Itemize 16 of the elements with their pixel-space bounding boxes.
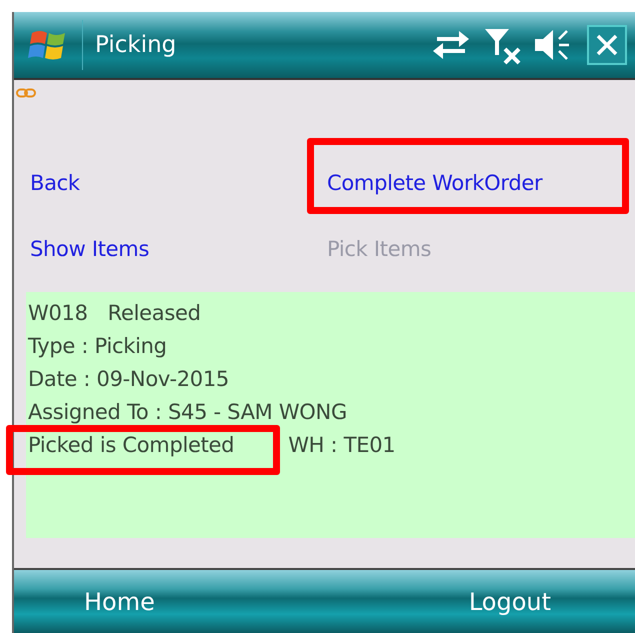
info-text: Type : Picking <box>28 334 167 358</box>
close-button[interactable] <box>587 25 627 65</box>
info-text: W018 <box>28 300 88 324</box>
window-title: Picking <box>95 32 176 58</box>
link[interactable]: Back <box>30 171 80 195</box>
soft-key[interactable]: Home <box>84 588 155 616</box>
chain-link-icon <box>16 88 36 98</box>
link[interactable]: Show Items <box>30 237 150 261</box>
close-icon <box>595 33 619 57</box>
info-text: WH : TE01 <box>288 432 396 456</box>
info-text: Assigned To : S45 - SAM WONG <box>28 400 347 424</box>
link[interactable]: Complete WorkOrder <box>327 171 542 195</box>
info-text: Date : 09-Nov-2015 <box>28 366 229 390</box>
soft-key[interactable]: Logout <box>468 588 551 616</box>
info-text: Released <box>108 300 201 324</box>
info-text: Picked is Completed <box>28 432 234 456</box>
